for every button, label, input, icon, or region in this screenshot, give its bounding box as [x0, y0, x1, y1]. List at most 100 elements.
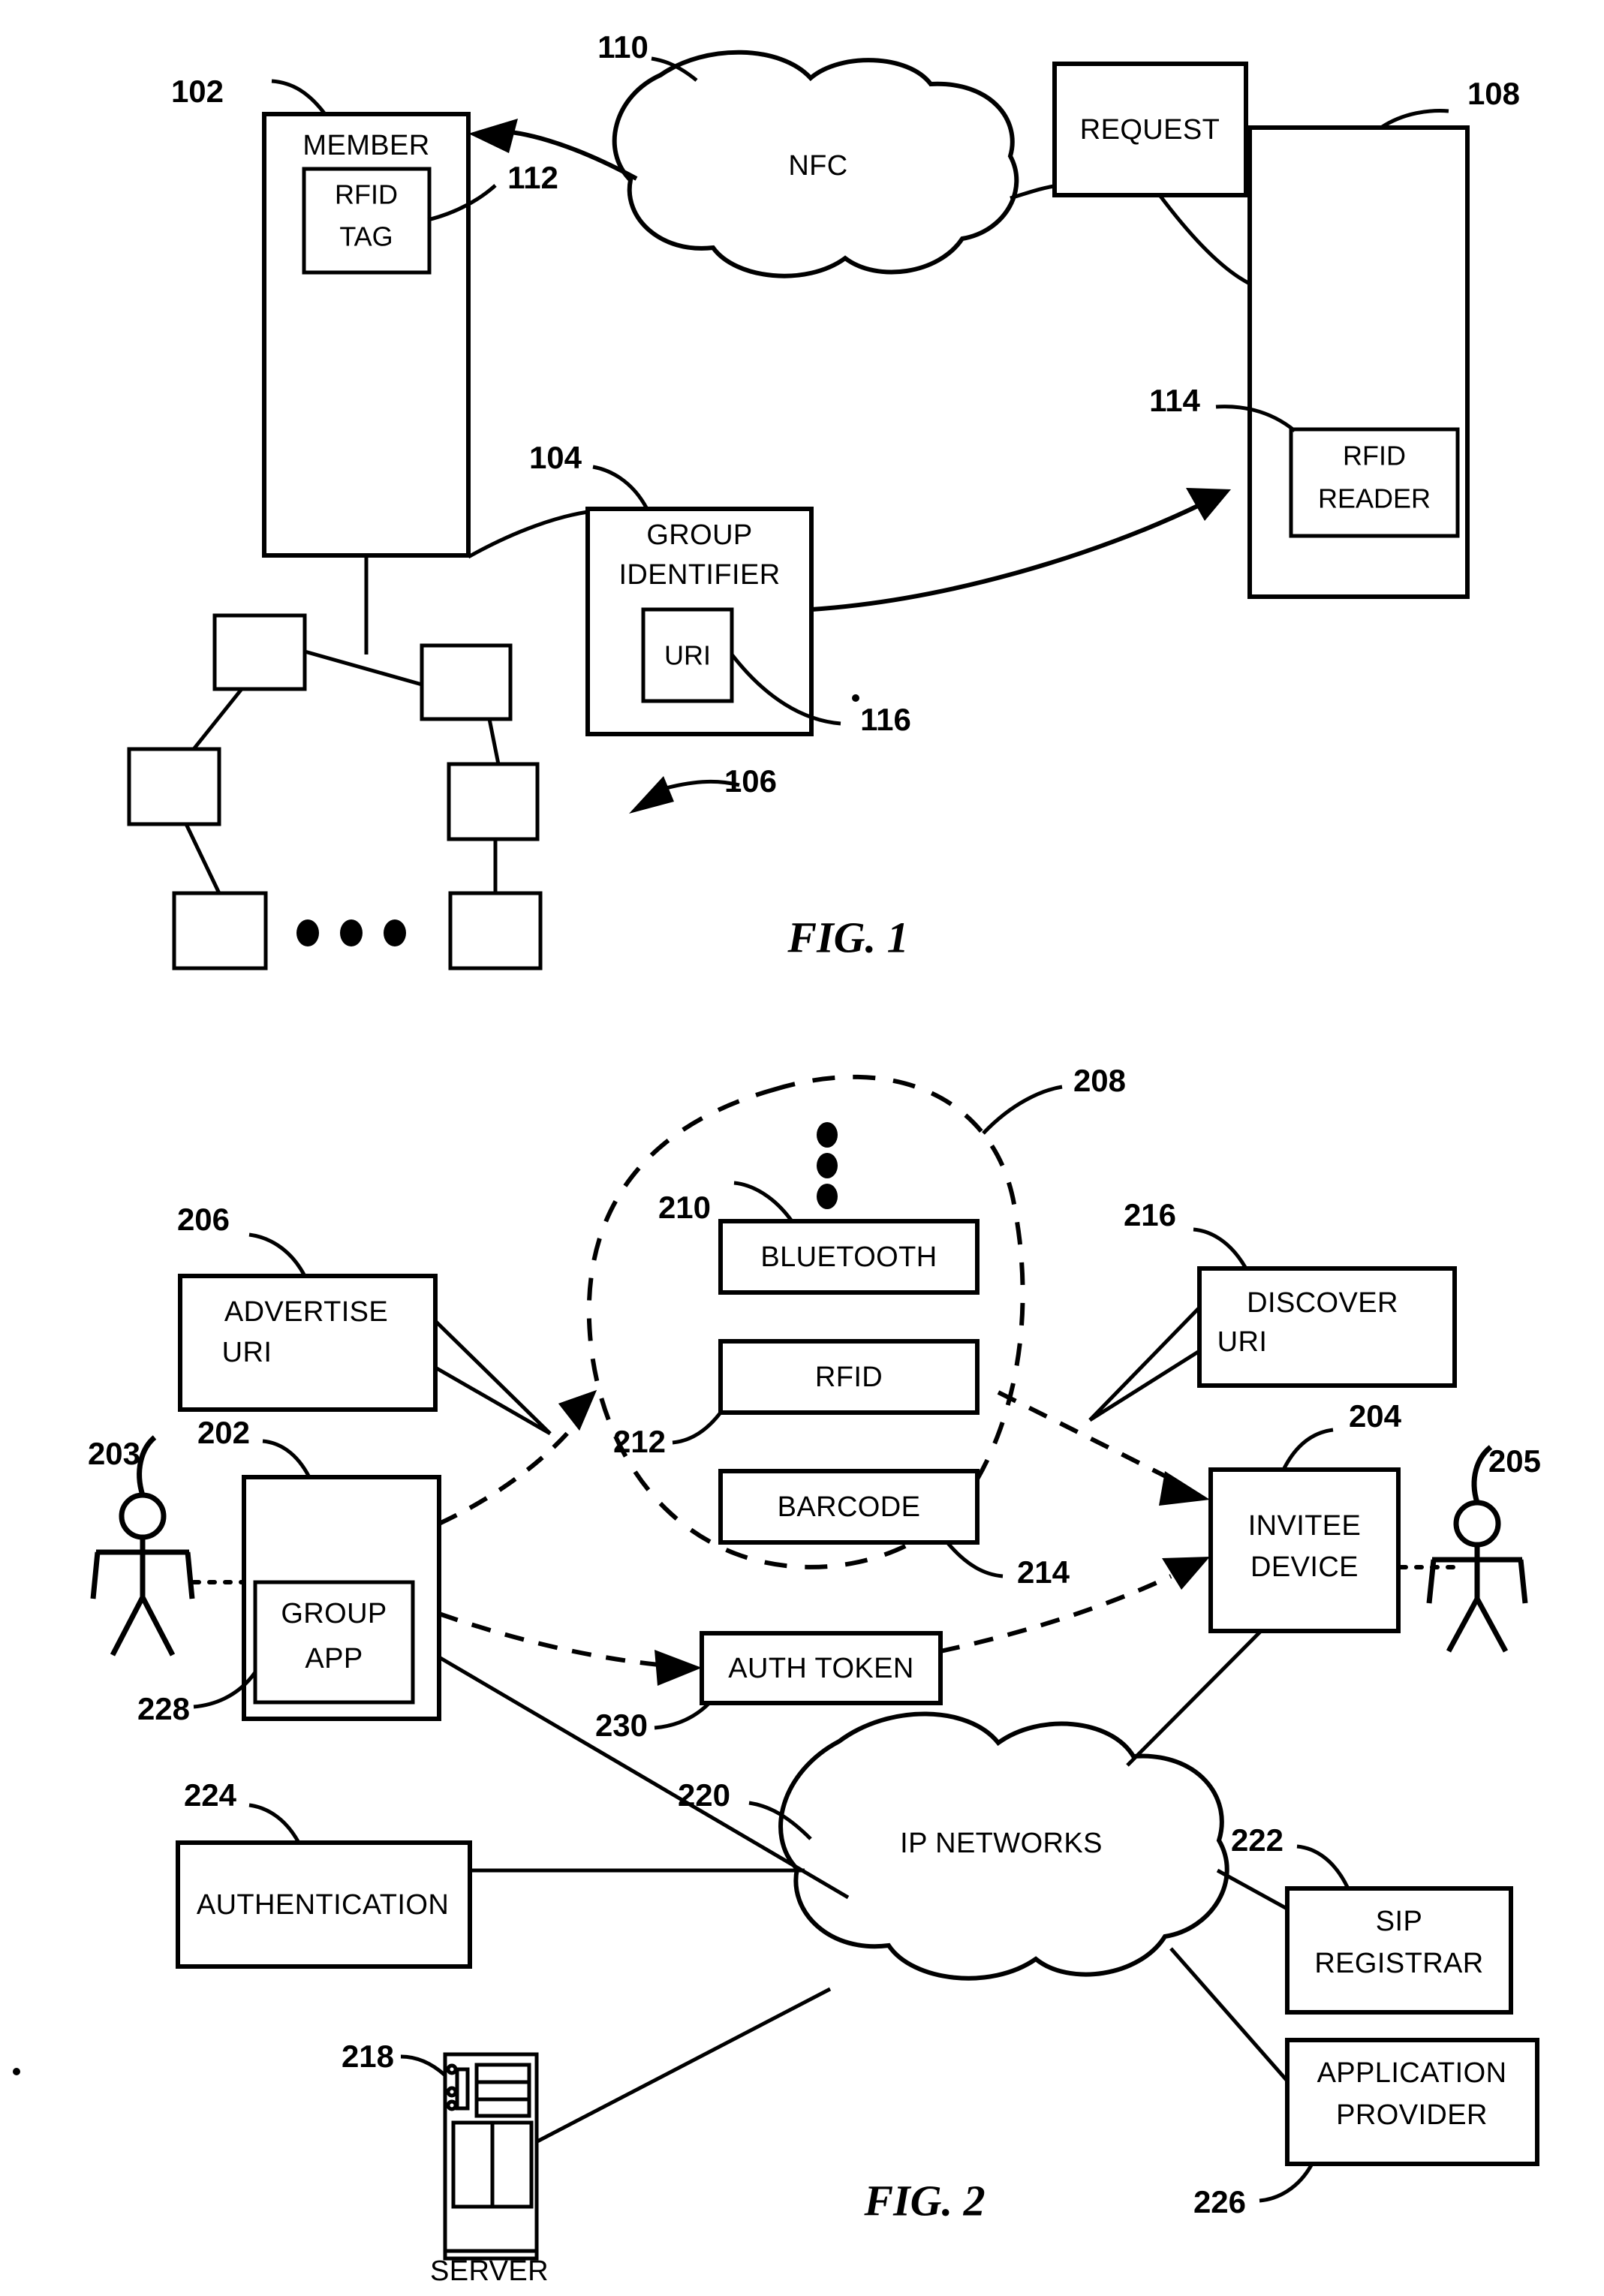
figure-1-canvas: NFC 110 MEMBER 102 RFID TAG 112 REQUEST …: [13, 29, 1541, 2287]
network-node-6: [448, 891, 543, 970]
member-device-to-transports-arrowhead: [558, 1390, 597, 1431]
ref-218-leader: [400, 2054, 447, 2077]
rfid-label-fig2: RFID: [815, 1362, 883, 1393]
group-app-line1b: GROUP: [281, 1598, 387, 1629]
bluetooth-label: BLUETOOTH: [760, 1241, 937, 1273]
net-link-1-2: [304, 649, 423, 687]
page-artifact-dot: [852, 694, 859, 702]
net-link-1-3: [192, 688, 243, 751]
rfid-tag-line2: TAG: [339, 221, 393, 252]
server-led-1: [446, 2063, 458, 2075]
ref-208: 208: [1073, 1063, 1126, 1098]
server-top-panel: [474, 2063, 531, 2118]
member-device-to-authtoken-dashed: [438, 1611, 660, 1667]
ref-222: 222: [1231, 1822, 1284, 1858]
discover-uri-line2: URI: [1217, 1326, 1268, 1358]
ref-104-leader: [592, 465, 649, 510]
sip-registrar-line1: SIP: [1376, 1906, 1422, 1937]
groupid-to-rfidreader-line: [811, 502, 1202, 612]
server-slot: [455, 2067, 470, 2111]
network-node-5: [172, 891, 268, 970]
member-person-antenna: [137, 1435, 157, 1497]
application-provider-line1: APPLICATION: [1317, 2057, 1507, 2089]
nfc-to-member-arrowhead: [468, 119, 518, 153]
request-label: REQUEST: [1080, 114, 1220, 146]
ref-220: 220: [678, 1777, 730, 1813]
ref-106-arrowhead: [629, 776, 674, 814]
discover-uri-line1: DISCOVER: [1247, 1287, 1398, 1319]
ref-205: 205: [1488, 1443, 1541, 1479]
transports-ellipsis-dot-1: [817, 1122, 838, 1148]
invitee-device-line1: INVITEE: [1248, 1510, 1362, 1542]
server-led-2: [446, 2086, 458, 2098]
ref-226: 226: [1193, 2184, 1246, 2219]
ref-110: 110: [597, 29, 649, 65]
group-app-line2b: APP: [305, 1643, 363, 1675]
invitee-person-body: [1426, 1545, 1528, 1653]
ref-206-leader: [248, 1232, 307, 1277]
ref-216-leader: [1193, 1227, 1248, 1270]
sip-registrar-line2: REGISTRAR: [1314, 1948, 1483, 1979]
nfc-label: NFC: [788, 150, 847, 182]
net-link-2-4: [487, 718, 501, 765]
invitee-device-box: [1208, 1467, 1401, 1633]
rfid-reader-line1b: RFID: [1343, 441, 1406, 471]
barcode-label: BARCODE: [778, 1491, 921, 1523]
ref-112: 112: [507, 160, 558, 195]
member-device-to-transports-dashed: [438, 1428, 573, 1526]
ref-202-leader: [262, 1439, 311, 1479]
member-device-to-authtoken-arrowhead: [655, 1650, 702, 1686]
nfc-cloud-group: NFC: [612, 50, 1019, 278]
member-to-groupid-line: [467, 510, 588, 559]
ref-206: 206: [177, 1202, 230, 1237]
invitee-device-to-cloud-line: [1126, 1629, 1262, 1767]
groupid-to-rfidreader-arrowhead: [1186, 488, 1231, 521]
network-node-3: [127, 747, 221, 826]
request-to-newmember-line: [1158, 194, 1251, 286]
ref-222-leader: [1296, 1844, 1350, 1890]
server-led-3: [446, 2099, 458, 2111]
authentication-label: AUTHENTICATION: [197, 1889, 449, 1921]
uri-label: URI: [664, 640, 711, 671]
group-identifier-line2: IDENTIFIER: [618, 559, 780, 591]
fig2-caption: FIG. 2: [863, 2176, 985, 2225]
ref-108-leader: [1380, 109, 1449, 130]
ref-108: 108: [1467, 76, 1520, 111]
network-node-2: [420, 643, 513, 721]
ref-218: 218: [342, 2039, 394, 2074]
server-label: SERVER: [430, 2255, 549, 2287]
ref-203: 203: [88, 1436, 140, 1471]
ref-224-leader: [248, 1803, 301, 1844]
ref-214: 214: [1017, 1554, 1070, 1590]
advertise-uri-pointer: [434, 1320, 552, 1436]
ip-networks-cloud-group: IP NETWORKS: [778, 1711, 1229, 1981]
patent-drawing-page: NFC 110 MEMBER 102 RFID TAG 112 REQUEST …: [0, 0, 1604, 2296]
net-link-3-5: [184, 823, 221, 895]
ip-networks-label: IP NETWORKS: [900, 1828, 1103, 1859]
invitee-device-line2: DEVICE: [1250, 1551, 1359, 1583]
auth-token-label: AUTH TOKEN: [728, 1653, 914, 1684]
discover-uri-pointer: [1088, 1306, 1201, 1422]
transports-to-invitee-dashed: [997, 1390, 1169, 1479]
ellipsis-dot-3: [384, 919, 406, 946]
ref-210-leader: [733, 1181, 794, 1223]
transports-ellipsis-dot-2: [817, 1153, 838, 1178]
authtoken-to-invitee-arrowhead: [1162, 1557, 1210, 1590]
ref-104: 104: [529, 440, 582, 475]
ref-114: 114: [1149, 383, 1200, 418]
ref-210: 210: [658, 1190, 711, 1225]
advertise-uri-line1: ADVERTISE: [224, 1296, 388, 1328]
ref-204-leader: [1281, 1428, 1334, 1471]
ref-204: 204: [1349, 1398, 1402, 1434]
invitee-person-head: [1453, 1500, 1501, 1548]
rfid-tag-line1: RFID: [335, 179, 398, 210]
application-provider-line2: PROVIDER: [1336, 2099, 1488, 2131]
fig1-caption: FIG. 1: [787, 913, 908, 961]
ref-212-leader: [672, 1411, 722, 1445]
server-icon: [443, 2052, 539, 2261]
ref-214-leader: [946, 1541, 1004, 1578]
ellipsis-dot-1: [296, 919, 319, 946]
ref-208-leader: [982, 1085, 1063, 1135]
member-label: MEMBER: [302, 130, 429, 161]
group-identifier-line1: GROUP: [646, 519, 752, 551]
